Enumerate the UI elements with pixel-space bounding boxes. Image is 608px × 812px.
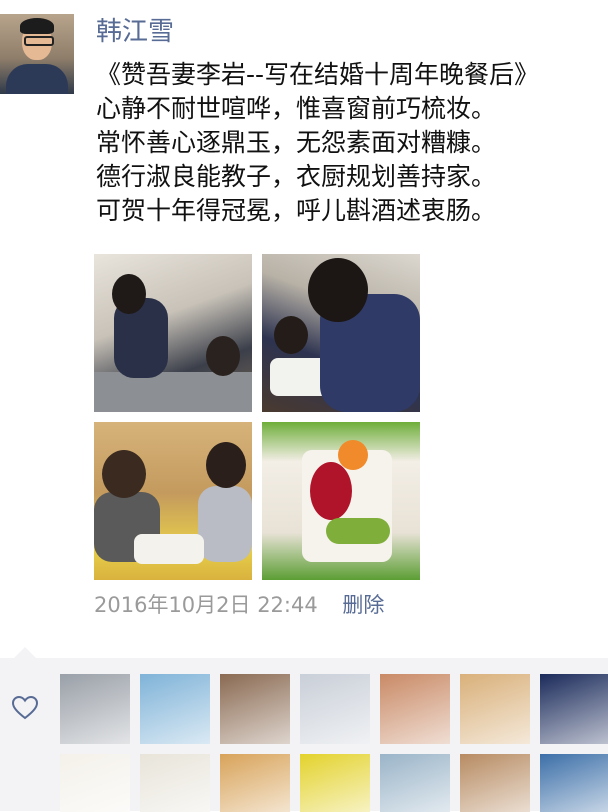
photo-detail (102, 450, 146, 498)
photo-detail (338, 440, 368, 470)
post-line: 常怀善心逐鼎玉，无怨素面对糟糠。 (96, 128, 497, 157)
post-line: 德行淑良能教子，衣厨规划善持家。 (96, 162, 497, 191)
photo-detail (206, 336, 240, 376)
post-line: 《赞吾妻李岩--写在结婚十周年晚餐后》 (96, 60, 540, 89)
post-line: 可贺十年得冠冕，呼儿斟酒述衷肠。 (96, 196, 497, 225)
liker-avatar-3[interactable] (220, 674, 290, 744)
photo-detail (112, 274, 146, 314)
photo-detail (206, 442, 246, 488)
liker-avatar-8[interactable] (60, 754, 130, 812)
liker-avatar-11[interactable] (300, 754, 370, 812)
photo-detail (326, 518, 390, 544)
photo-detail (198, 486, 252, 562)
liker-avatar-1[interactable] (60, 674, 130, 744)
avatar-glasses (24, 36, 54, 46)
avatar-shirt (6, 64, 68, 94)
photo-detail (310, 462, 352, 520)
liker-avatar-6[interactable] (460, 674, 530, 744)
dinner-toast-photo[interactable] (94, 422, 252, 580)
photo-detail (274, 316, 308, 354)
delete-link[interactable]: 删除 (342, 593, 384, 617)
liker-avatar-7[interactable] (540, 674, 608, 744)
post-timestamp: 2016年10月2日 22:44 (94, 593, 318, 617)
post-line: 心静不耐世喧哗，惟喜窗前巧梳妆。 (96, 94, 497, 123)
liker-avatar-13[interactable] (460, 754, 530, 812)
liker-avatar-4[interactable] (300, 674, 370, 744)
poster-avatar[interactable] (0, 14, 74, 94)
photo-detail (308, 258, 368, 322)
kitchen-stove-photo[interactable] (262, 254, 420, 412)
avatar-hair (20, 18, 54, 34)
liker-avatar-14[interactable] (540, 754, 608, 812)
likes-panel-caret (14, 647, 36, 658)
post-body: 《赞吾妻李岩--写在结婚十周年晚餐后》 心静不耐世喧哗，惟喜窗前巧梳妆。 常怀善… (96, 58, 608, 228)
poster-name[interactable]: 韩江雪 (96, 14, 174, 50)
kitchen-cooking-photo[interactable] (94, 254, 252, 412)
likes-panel (0, 647, 608, 812)
liker-avatar-5[interactable] (380, 674, 450, 744)
photo-detail (134, 534, 204, 564)
heart-icon (12, 696, 38, 720)
liker-avatar-2[interactable] (140, 674, 210, 744)
photo-detail (94, 372, 252, 412)
fruit-cake-photo[interactable] (262, 422, 420, 580)
liker-avatar-9[interactable] (140, 754, 210, 812)
liker-avatar-10[interactable] (220, 754, 290, 812)
liker-avatar-12[interactable] (380, 754, 450, 812)
post-meta: 2016年10月2日 22:44 删除 (94, 590, 384, 620)
